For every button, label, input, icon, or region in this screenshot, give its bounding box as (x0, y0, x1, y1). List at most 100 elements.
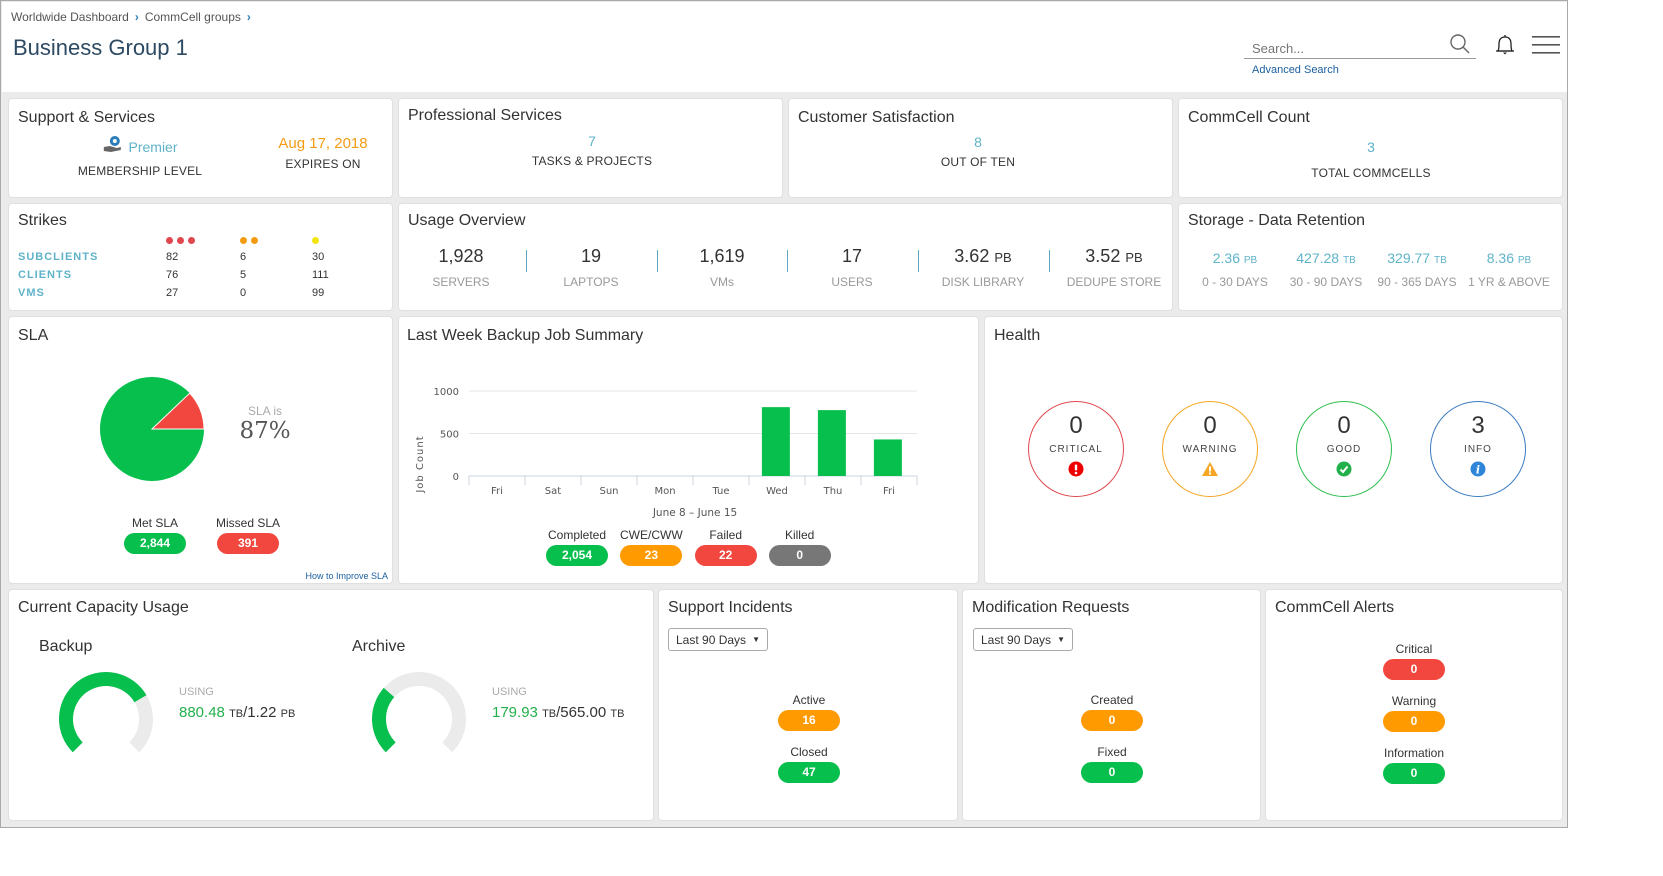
stat-count[interactable]: 0 (1383, 711, 1445, 732)
advanced-search-link[interactable]: Advanced Search (1252, 64, 1339, 76)
strike-row-label[interactable]: CLIENTS (18, 269, 72, 281)
usage-item[interactable]: 19 LAPTOPS (526, 246, 656, 289)
stat-count[interactable]: 0 (1081, 762, 1143, 783)
stat-count[interactable]: 16 (778, 710, 840, 731)
bar[interactable] (761, 407, 790, 476)
bar[interactable] (817, 410, 846, 476)
strike-value[interactable]: 82 (166, 251, 178, 263)
retention-unit: TB (1342, 255, 1356, 266)
strike-value[interactable]: 111 (312, 269, 329, 281)
stat-label: Created (1090, 693, 1134, 707)
stat-count[interactable]: 0 (1081, 710, 1143, 731)
legend-count[interactable]: 2,054 (546, 545, 608, 566)
strike-dot-icon (188, 237, 195, 244)
bar[interactable] (873, 439, 902, 476)
usage-item[interactable]: 17 USERS (787, 246, 917, 289)
usage-label: DEDUPE STORE (1066, 275, 1162, 289)
bell-icon[interactable] (1494, 33, 1516, 62)
capacity-text: USING 179.93 TB/565.00 TB (492, 686, 624, 721)
y-tick-label: 1000 (434, 387, 459, 398)
met-sla-value[interactable]: 2,844 (124, 533, 186, 554)
health-warning-circle[interactable]: 0 WARNING (1162, 401, 1258, 497)
retention-label: 90 - 365 DAYS (1377, 275, 1457, 289)
health-good-circle[interactable]: 0 GOOD (1296, 401, 1392, 497)
health-count: 0 (1337, 412, 1351, 439)
caret-down-icon: ▼ (752, 635, 760, 644)
total-value: 1.22 (247, 704, 277, 721)
usage-item[interactable]: 3.62 PB DISK LIBRARY (918, 246, 1048, 289)
x-tick-label: Sun (599, 486, 618, 497)
used-unit: TB (542, 708, 557, 720)
commcell-count-value[interactable]: 3 (1311, 139, 1430, 155)
check-icon (1297, 461, 1391, 477)
card-title: Support Incidents (668, 599, 793, 616)
membership-block: Premier MEMBERSHIP LEVEL (78, 135, 202, 178)
breadcrumb-worldwide-dashboard[interactable]: Worldwide Dashboard (11, 10, 129, 24)
card-title: Professional Services (408, 107, 562, 124)
card-title: Modification Requests (972, 599, 1130, 616)
health-label: INFO (1464, 444, 1492, 455)
strike-value[interactable]: 27 (166, 287, 178, 299)
tasks-projects-label: TASKS & PROJECTS (531, 154, 653, 168)
search-icon[interactable] (1449, 33, 1471, 60)
strike-row-label[interactable]: VMS (18, 287, 45, 299)
legend-count[interactable]: 22 (694, 545, 757, 566)
card-title: Current Capacity Usage (18, 599, 189, 616)
usage-item[interactable]: 3.52 PB DEDUPE STORE (1049, 246, 1179, 289)
retention-item[interactable]: 329.77 TB 90 - 365 DAYS (1371, 250, 1463, 289)
health-info-circle[interactable]: 3 INFO i (1430, 401, 1526, 497)
health-critical-circle[interactable]: 0 CRITICAL (1028, 401, 1124, 497)
stat-count[interactable]: 0 (1383, 659, 1445, 680)
search-input[interactable] (1244, 32, 1434, 56)
commcell-count-card: CommCell Count 3 TOTAL COMMCELLS (1178, 98, 1563, 198)
stat-count[interactable]: 47 (778, 762, 840, 783)
strike-value[interactable]: 30 (312, 251, 324, 263)
strike-dot-icon (166, 237, 173, 244)
retention-value: 2.36 (1212, 250, 1240, 266)
usage-amount: 880.48 TB/1.22 PB (179, 704, 296, 721)
commcell-alerts-card: CommCell Alerts Critical 0 Warning 0 Informa… (1265, 589, 1563, 821)
support-incidents-range-dropdown[interactable]: Last 90 Days ▼ (668, 628, 768, 651)
usage-label: VMs (710, 275, 734, 289)
breadcrumb-commcell-groups[interactable]: CommCell groups (145, 10, 241, 24)
expires-on-label: EXPIRES ON (285, 157, 361, 171)
stat-block: 8 OUT OF TEN (941, 134, 1015, 169)
legend-count[interactable]: 0 (768, 545, 831, 566)
x-axis-label: June 8 – June 15 (652, 507, 737, 519)
professional-services-card[interactable]: Professional Services 7 TASKS & PROJECTS (398, 98, 783, 198)
retention-label: 30 - 90 DAYS (1289, 275, 1363, 289)
capacity-gauge (372, 672, 466, 753)
strike-value[interactable]: 6 (240, 251, 246, 263)
premier-support-icon (102, 135, 122, 158)
card-title: Usage Overview (408, 212, 526, 229)
search-box (1244, 32, 1476, 59)
retention-unit: TB (1433, 255, 1447, 266)
stat-count[interactable]: 0 (1383, 763, 1445, 784)
critical-icon (1029, 461, 1123, 477)
missed-sla-value[interactable]: 391 (217, 533, 279, 554)
legend-item: Failed 22 (694, 528, 757, 566)
health-label: WARNING (1182, 444, 1238, 455)
retention-item[interactable]: 2.36 PB 0 - 30 DAYS (1189, 250, 1281, 289)
strike-row-label[interactable]: SUBCLIENTS (18, 251, 98, 263)
legend-count[interactable]: 23 (620, 545, 683, 566)
using-label: USING (179, 686, 214, 698)
usage-item[interactable]: 1,619 VMs (657, 246, 787, 289)
strike-value[interactable]: 99 (312, 287, 324, 299)
modification-requests-range-dropdown[interactable]: Last 90 Days ▼ (973, 628, 1073, 651)
active-stat: Active 16 (778, 693, 840, 731)
tasks-projects-value[interactable]: 7 (532, 133, 652, 149)
strike-value[interactable]: 0 (240, 287, 246, 299)
usage-item[interactable]: 1,928 SERVERS (396, 246, 526, 289)
storage-retention-card: Storage - Data Retention 2.36 PB 0 - 30 D… (1178, 203, 1563, 311)
retention-item[interactable]: 8.36 PB 1 YR & ABOVE (1463, 250, 1555, 289)
warning-stat: Warning 0 (1383, 694, 1445, 732)
usage-value: 3.52 (1085, 246, 1121, 266)
card-title: Storage - Data Retention (1188, 212, 1365, 229)
retention-item[interactable]: 427.28 TB 30 - 90 DAYS (1280, 250, 1372, 289)
fixed-stat: Fixed 0 (1081, 745, 1143, 783)
strike-value[interactable]: 5 (240, 269, 246, 281)
hamburger-menu-icon[interactable] (1532, 35, 1562, 60)
improve-sla-link[interactable]: How to Improve SLA (305, 571, 388, 581)
strike-value[interactable]: 76 (166, 269, 178, 281)
